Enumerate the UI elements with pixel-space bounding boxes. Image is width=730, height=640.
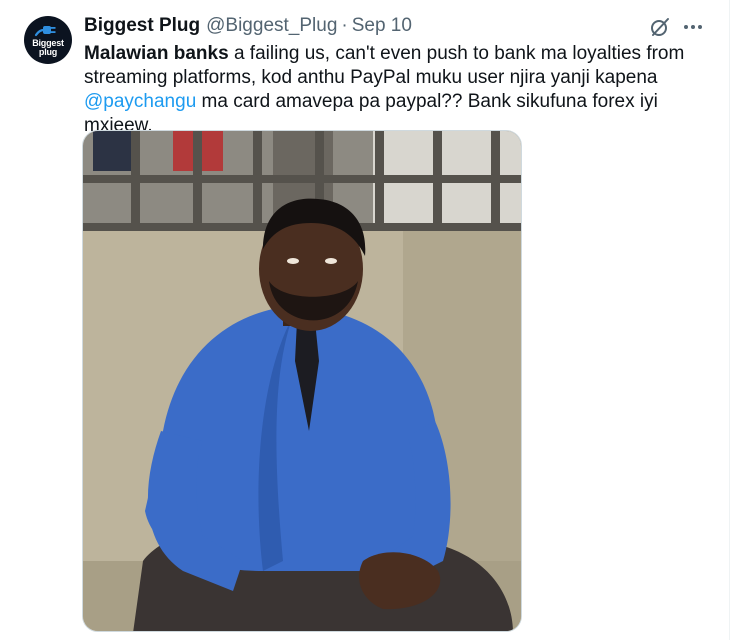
tweet-photo[interactable] (82, 130, 522, 632)
grok-button[interactable] (648, 15, 672, 39)
tweet-text: Malawian banks a failing us, can't even … (84, 42, 714, 138)
author-handle[interactable]: @Biggest_Plug (206, 14, 337, 38)
more-options-button[interactable] (681, 15, 705, 39)
separator-dot: · (341, 15, 348, 36)
tweet-date[interactable]: Sep 10 (352, 14, 412, 38)
plug-logo-icon (34, 26, 56, 37)
author-name[interactable]: Biggest Plug (84, 14, 200, 38)
avatar[interactable]: Biggest plug (24, 16, 72, 64)
mention-link[interactable]: @paychangu (84, 91, 196, 112)
photo-man-in-blue-shirt (83, 131, 521, 631)
tweet-text-bold: Malawian banks (84, 43, 229, 64)
more-icon (684, 25, 702, 29)
avatar-logo-text-line2: plug (38, 47, 58, 57)
grok-icon (651, 18, 669, 36)
tweet-card[interactable]: Biggest plug Biggest Plug @Biggest_Plug … (0, 0, 730, 640)
tweet-header: Biggest Plug @Biggest_Plug · Sep 10 (84, 14, 412, 38)
